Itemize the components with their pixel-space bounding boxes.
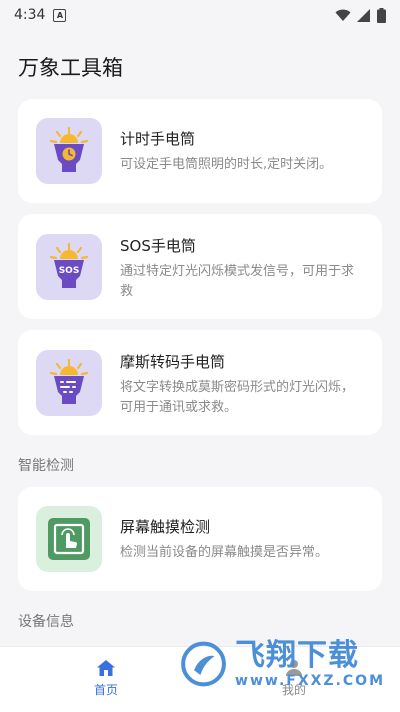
touch-screen-icon bbox=[36, 506, 102, 572]
card-description: 将文字转换成莫斯密码形式的灯光闪烁，可用于通讯或求救。 bbox=[120, 380, 355, 415]
status-bar: 4:34 A bbox=[0, 0, 400, 30]
flashlight-morse-icon bbox=[36, 350, 102, 416]
section-label-smart-detect: 智能检测 bbox=[18, 458, 74, 474]
card-title: 摩斯转码手电筒 bbox=[120, 353, 226, 371]
status-right bbox=[335, 7, 386, 23]
status-left: 4:34 A bbox=[14, 7, 67, 23]
nav-label-mine: 我的 bbox=[281, 683, 306, 697]
person-icon bbox=[286, 660, 302, 676]
section-label-device-info: 设备信息 bbox=[18, 614, 74, 630]
flashlight-sos-icon: SOS bbox=[36, 234, 102, 300]
tool-card-timer-flashlight[interactable]: 计时手电筒 可设定手电筒照明的时长,定时关闭。 bbox=[18, 99, 382, 203]
nav-tab-mine[interactable]: 我的 bbox=[254, 659, 334, 698]
sos-badge-text: SOS bbox=[59, 266, 80, 276]
card-description: 通过特定灯光闪烁模式发信号，可用于求救 bbox=[120, 264, 355, 299]
card-title: 计时手电筒 bbox=[120, 130, 196, 148]
flashlight-timer-icon bbox=[36, 118, 102, 184]
status-time: 4:34 bbox=[14, 7, 46, 23]
battery-icon bbox=[377, 7, 386, 23]
home-icon bbox=[97, 660, 115, 676]
wifi-icon bbox=[335, 9, 351, 21]
card-description: 可设定手电筒照明的时长,定时关闭。 bbox=[120, 157, 333, 172]
card-title: SOS手电筒 bbox=[120, 237, 196, 255]
tool-card-sos-flashlight[interactable]: SOS SOS手电筒 通过特定灯光闪烁模式发信号，可用于求救 bbox=[18, 214, 382, 319]
notification-icon: A bbox=[53, 8, 67, 22]
bottom-nav: 首页 我的 bbox=[0, 646, 400, 712]
nav-label-home: 首页 bbox=[93, 683, 118, 697]
page-title: 万象工具箱 bbox=[18, 56, 123, 80]
card-description: 检测当前设备的屏幕触摸是否异常。 bbox=[120, 545, 329, 560]
tool-card-morse-flashlight[interactable]: 摩斯转码手电筒 将文字转换成莫斯密码形式的灯光闪烁，可用于通讯或求救。 bbox=[18, 330, 382, 435]
signal-icon bbox=[357, 8, 370, 22]
card-title: 屏幕触摸检测 bbox=[120, 518, 211, 536]
nav-tab-home[interactable]: 首页 bbox=[66, 659, 146, 698]
tool-card-touch-detect[interactable]: 屏幕触摸检测 检测当前设备的屏幕触摸是否异常。 bbox=[18, 487, 382, 591]
